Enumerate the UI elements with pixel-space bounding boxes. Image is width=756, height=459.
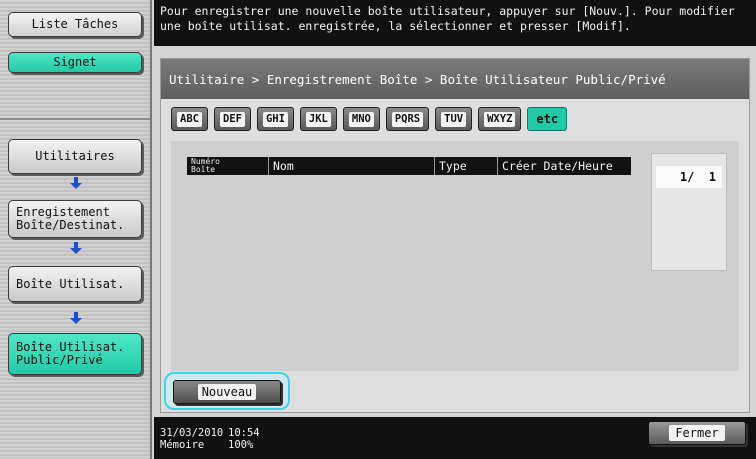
table-header: Numéro Boîte Nom Type Créer Date/Heure bbox=[187, 157, 631, 175]
down-arrow-icon bbox=[66, 176, 86, 190]
date-time-line: 31/03/2010 10:54 bbox=[160, 427, 260, 439]
down-arrow-icon bbox=[66, 241, 86, 255]
column-type: Type bbox=[435, 157, 498, 175]
status-time: 10:54 bbox=[228, 427, 260, 439]
pagination-box: 1/ 1 bbox=[651, 153, 727, 271]
index-tab-mno[interactable]: MNO bbox=[342, 107, 380, 131]
memory-line: Mémoire 100% bbox=[160, 439, 253, 451]
sidebar-divider bbox=[0, 118, 150, 120]
box-list-area: Numéro Boîte Nom Type Créer Date/Heure 1… bbox=[171, 141, 739, 371]
column-name: Nom bbox=[269, 157, 435, 175]
page-indicator: 1/ 1 bbox=[656, 166, 722, 188]
index-tab-label: WXYZ bbox=[484, 111, 516, 127]
index-tab-tuv[interactable]: TUV bbox=[435, 107, 473, 131]
index-tab-label: ABC bbox=[177, 111, 202, 127]
index-tab-label: etc bbox=[536, 111, 559, 126]
step-box-registration-label: Enregistement Boîte/Destinat. bbox=[16, 205, 125, 232]
step-public-private-box[interactable]: Boîte Utilisat. Public/Privé bbox=[8, 333, 142, 375]
bookmark-button[interactable]: Signet bbox=[8, 52, 142, 73]
column-number: Numéro Boîte bbox=[187, 157, 269, 175]
step-public-private-box-label: Boîte Utilisat. Public/Privé bbox=[16, 340, 125, 367]
step-user-box[interactable]: Boîte Utilisat. bbox=[8, 266, 142, 302]
breadcrumb-text: Utilitaire > Enregistrement Boîte > Boît… bbox=[169, 72, 666, 87]
index-tab-jkl[interactable]: JKL bbox=[299, 107, 337, 131]
index-tab-ghi[interactable]: GHI bbox=[256, 107, 294, 131]
index-tab-pqrs[interactable]: PQRS bbox=[385, 107, 430, 131]
new-button[interactable]: Nouveau bbox=[173, 380, 281, 404]
breadcrumb: Utilitaire > Enregistrement Boîte > Boît… bbox=[161, 59, 749, 99]
left-sidebar: Liste Tâches Signet Utilitaires Enregist… bbox=[0, 0, 152, 459]
status-bar: 31/03/2010 10:54 Mémoire 100% Fermer bbox=[154, 417, 756, 459]
index-tab-label: MNO bbox=[348, 111, 374, 127]
index-tab-label: TUV bbox=[441, 111, 467, 127]
index-tab-etc[interactable]: etc bbox=[527, 107, 568, 131]
step-user-box-label: Boîte Utilisat. bbox=[16, 276, 125, 291]
index-tab-wxyz[interactable]: WXYZ bbox=[478, 107, 522, 131]
step-box-registration[interactable]: Enregistement Boîte/Destinat. bbox=[8, 200, 142, 238]
bookmark-label: Signet bbox=[53, 55, 97, 69]
memory-label: Mémoire bbox=[160, 439, 205, 451]
column-created: Créer Date/Heure bbox=[502, 159, 613, 173]
index-tab-label: JKL bbox=[305, 111, 331, 127]
index-tab-abc[interactable]: ABC bbox=[171, 107, 208, 131]
new-button-label: Nouveau bbox=[197, 384, 257, 400]
index-tab-label: PQRS bbox=[391, 111, 424, 127]
status-date: 31/03/2010 bbox=[160, 427, 224, 439]
index-tabs: ABC DEF GHI JKL MNO PQRS TUV WXYZ etc bbox=[171, 107, 568, 131]
memory-value: 100% bbox=[228, 439, 254, 451]
main-panel: Utilitaire > Enregistrement Boîte > Boît… bbox=[160, 58, 750, 413]
close-button-label: Fermer bbox=[669, 425, 725, 441]
index-tab-label: DEF bbox=[219, 111, 245, 127]
down-arrow-icon bbox=[66, 311, 86, 325]
job-list-button[interactable]: Liste Tâches bbox=[8, 12, 142, 37]
close-button[interactable]: Fermer bbox=[648, 421, 746, 445]
index-tab-label: GHI bbox=[262, 111, 288, 127]
index-tab-def[interactable]: DEF bbox=[213, 107, 251, 131]
step-utilities-label: Utilitaires bbox=[35, 149, 115, 163]
instruction-message: Pour enregistrer une nouvelle boîte util… bbox=[154, 0, 756, 46]
job-list-label: Liste Tâches bbox=[31, 17, 119, 31]
new-button-highlight: Nouveau bbox=[164, 372, 290, 410]
step-utilities[interactable]: Utilitaires bbox=[8, 139, 142, 174]
instruction-text: Pour enregistrer une nouvelle boîte util… bbox=[160, 4, 735, 33]
